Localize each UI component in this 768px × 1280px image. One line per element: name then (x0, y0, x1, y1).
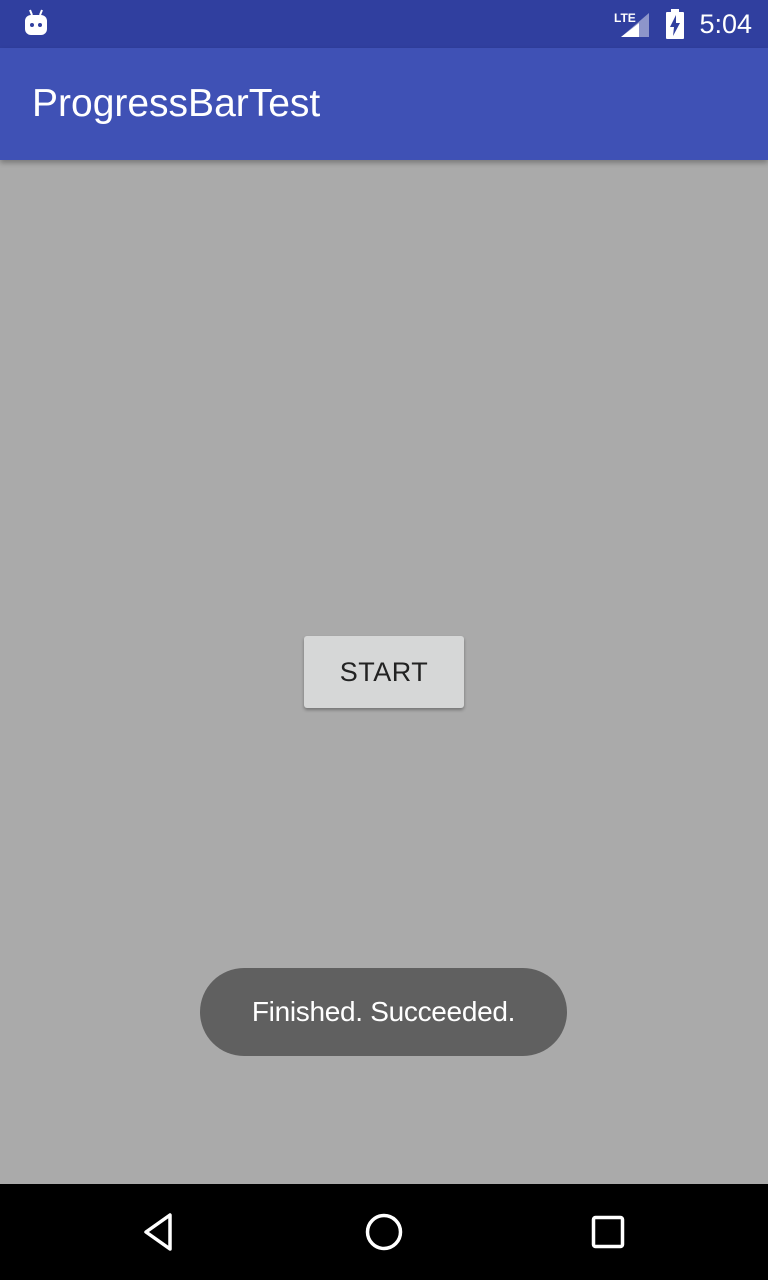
battery-charging-icon (666, 9, 685, 39)
home-circle-icon (365, 1213, 403, 1251)
home-button[interactable] (360, 1208, 408, 1256)
start-button[interactable]: START (304, 636, 464, 708)
app-bar: ProgressBarTest (0, 48, 768, 160)
nav-bar (0, 1184, 768, 1280)
back-button[interactable] (136, 1208, 184, 1256)
network-type-label: LTE (614, 11, 636, 25)
status-bar: LTE 5:04 (0, 0, 768, 48)
recents-button[interactable] (584, 1208, 632, 1256)
signal-icon: LTE (614, 11, 650, 37)
app-title: ProgressBarTest (32, 82, 321, 125)
recents-square-icon (591, 1215, 625, 1249)
android-debug-icon (25, 9, 47, 35)
screen: LTE 5:04 ProgressBarTest START Finished.… (0, 0, 768, 1280)
toast-message: Finished. Succeeded. (251, 996, 516, 1027)
toast: Finished. Succeeded. (200, 968, 567, 1056)
status-icons: LTE 5:04 (613, 0, 752, 48)
status-time: 5:04 (699, 9, 752, 39)
back-triangle-icon (144, 1213, 172, 1251)
